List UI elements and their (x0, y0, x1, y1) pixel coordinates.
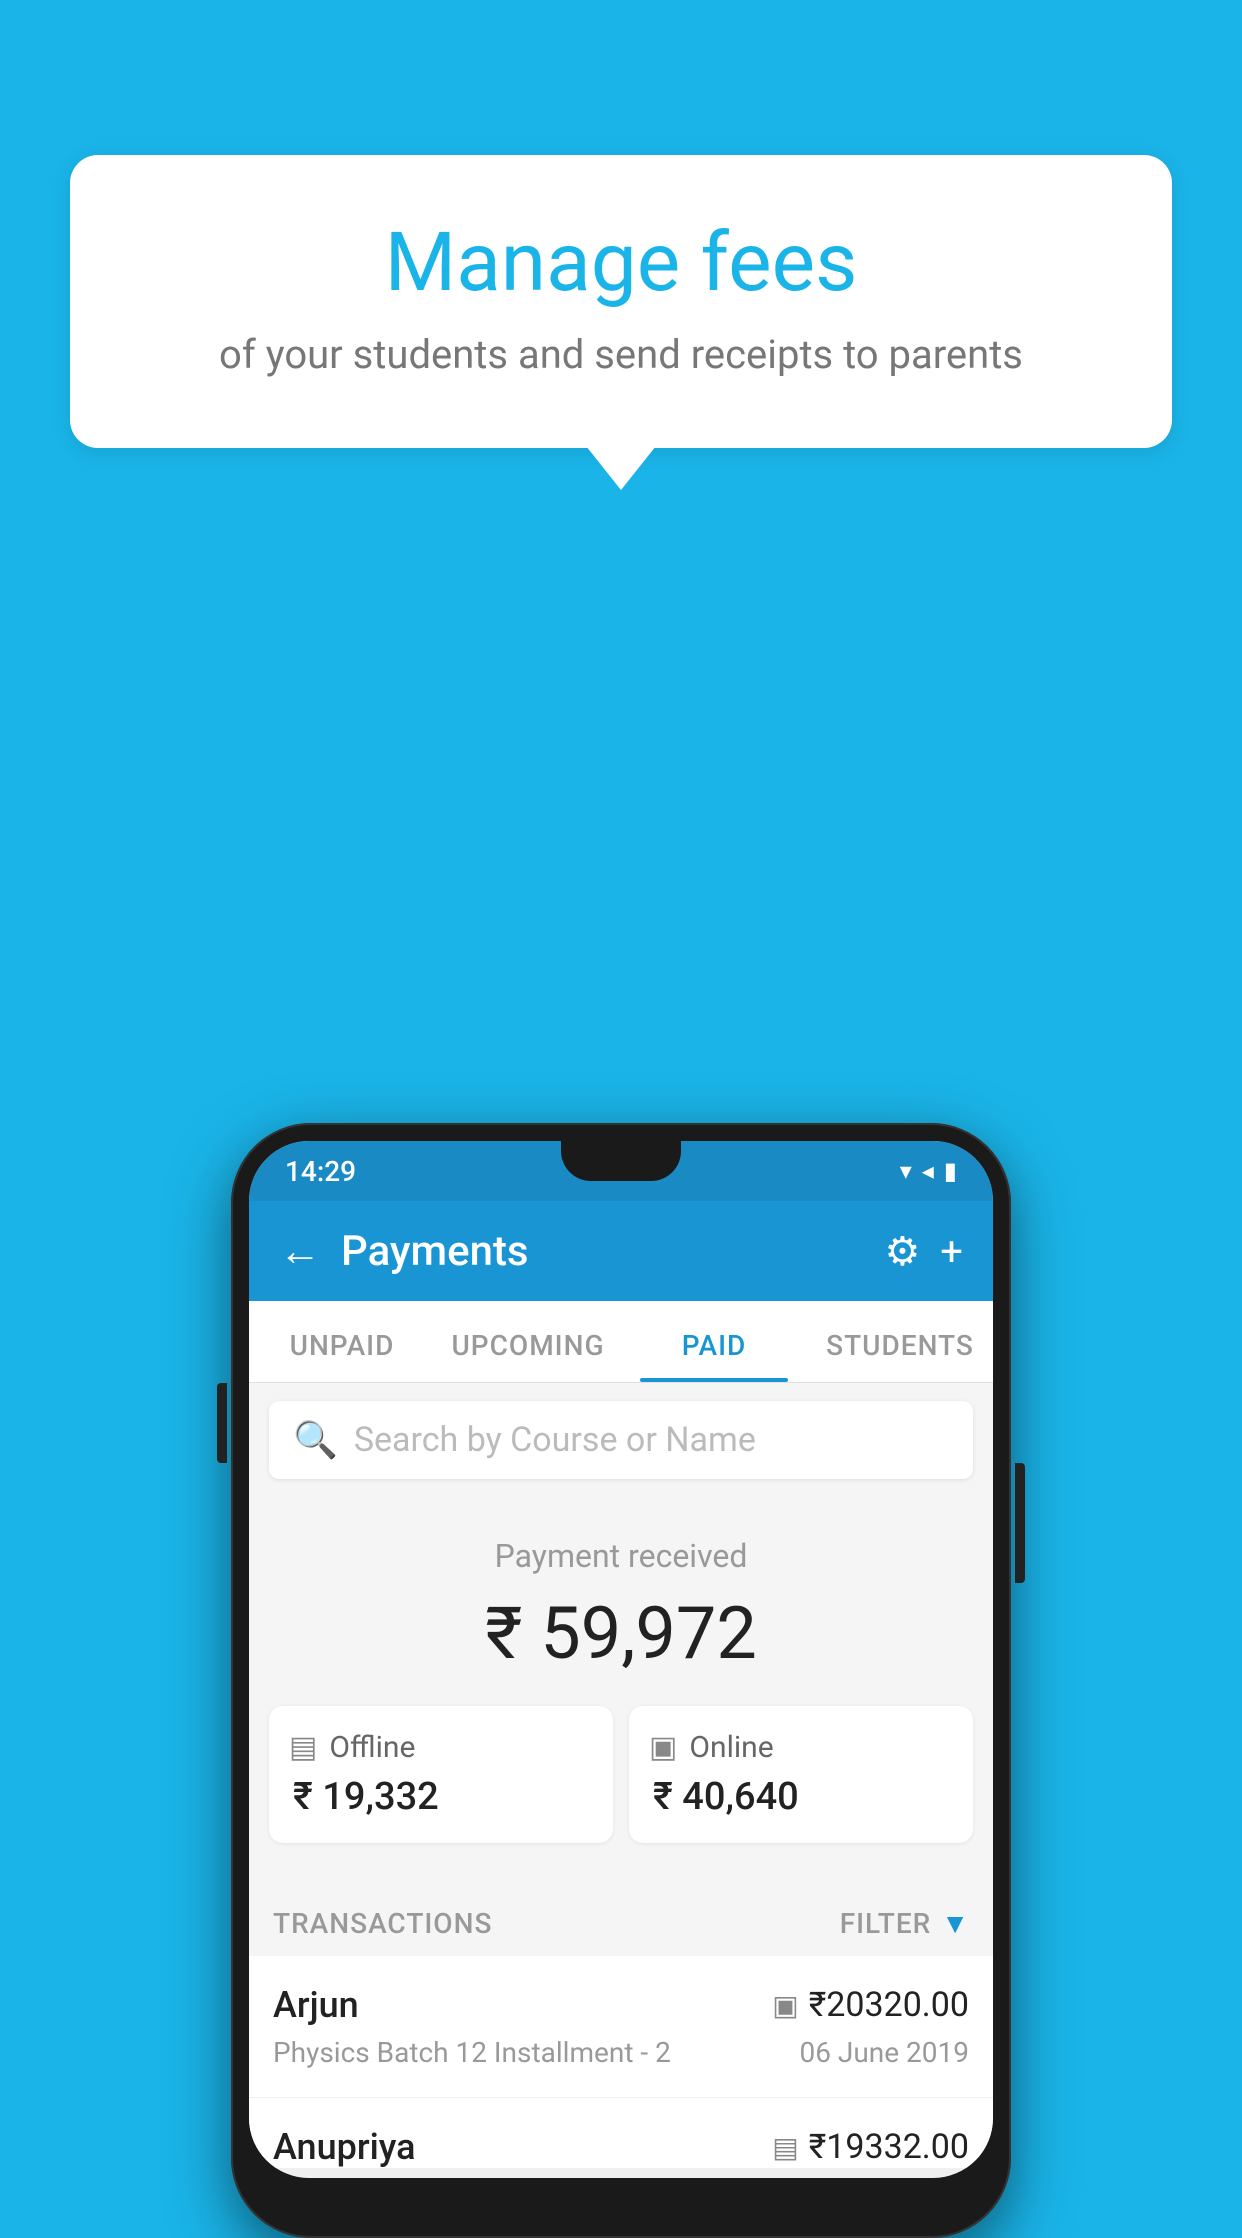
online-card-header: ▣ Online (649, 1730, 774, 1765)
transaction-amount-container: ▣ ₹20320.00 (772, 1985, 969, 2025)
filter-button[interactable]: FILTER ▼ (840, 1907, 969, 1940)
search-bar[interactable]: 🔍 Search by Course or Name (269, 1401, 973, 1479)
tab-upcoming[interactable]: UPCOMING (435, 1301, 621, 1382)
transaction-amount-container-2: ▤ ₹19332.00 (772, 2127, 969, 2167)
status-icons: ▾ ◂ ▮ (900, 1157, 957, 1185)
tab-students[interactable]: STUDENTS (807, 1301, 993, 1382)
transaction-row-bottom: Physics Batch 12 Installment - 2 06 June… (273, 2036, 969, 2069)
online-card: ▣ Online ₹ 40,640 (629, 1706, 973, 1843)
app-bar-title: Payments (341, 1227, 864, 1276)
search-icon: 🔍 (293, 1419, 338, 1461)
tab-paid[interactable]: PAID (621, 1301, 807, 1382)
filter-icon: ▼ (941, 1907, 969, 1940)
app-bar: ← Payments ⚙ + (249, 1201, 993, 1301)
transactions-label: TRANSACTIONS (273, 1907, 492, 1940)
transaction-name-2: Anupriya (273, 2126, 416, 2168)
battery-icon: ▮ (944, 1157, 957, 1185)
search-container: 🔍 Search by Course or Name (249, 1383, 993, 1497)
online-label: Online (689, 1730, 773, 1765)
tabs-bar: UNPAID UPCOMING PAID STUDENTS (249, 1301, 993, 1383)
payment-cards: ▤ Offline ₹ 19,332 ▣ Online ₹ 40,640 (269, 1706, 973, 1843)
bubble-subtitle: of your students and send receipts to pa… (120, 331, 1122, 378)
payment-total-amount: ₹ 59,972 (269, 1591, 973, 1676)
transaction-item-partial[interactable]: Anupriya ▤ ₹19332.00 (249, 2098, 993, 2168)
transaction-row-top-2: Anupriya ▤ ₹19332.00 (273, 2126, 969, 2168)
transaction-course: Physics Batch 12 Installment - 2 (273, 2036, 671, 2069)
offline-card: ▤ Offline ₹ 19,332 (269, 1706, 613, 1843)
bubble-title: Manage fees (120, 215, 1122, 311)
search-placeholder: Search by Course or Name (354, 1420, 756, 1460)
back-button[interactable]: ← (279, 1227, 321, 1276)
transaction-name: Arjun (273, 1984, 359, 2026)
offline-label: Offline (329, 1730, 415, 1765)
payment-summary: Payment received ₹ 59,972 ▤ Offline ₹ 19… (249, 1497, 993, 1883)
offline-card-header: ▤ Offline (289, 1730, 415, 1765)
notch (561, 1141, 681, 1181)
payment-received-label: Payment received (269, 1537, 973, 1575)
transaction-row-top: Arjun ▣ ₹20320.00 (273, 1984, 969, 2026)
transaction-date: 06 June 2019 (799, 2036, 969, 2069)
online-icon: ▣ (649, 1730, 677, 1765)
phone-screen: 14:29 ▾ ◂ ▮ ← Payments ⚙ + UNPAID UPCO (249, 1141, 993, 2178)
tab-unpaid[interactable]: UNPAID (249, 1301, 435, 1382)
transactions-header: TRANSACTIONS FILTER ▼ (249, 1883, 993, 1956)
wifi-icon: ▾ (900, 1157, 912, 1185)
transaction-amount: ₹20320.00 (809, 1985, 969, 2025)
offline-amount: ₹ 19,332 (289, 1775, 439, 1819)
speech-bubble: Manage fees of your students and send re… (70, 155, 1172, 448)
phone-shell: 14:29 ▾ ◂ ▮ ← Payments ⚙ + UNPAID UPCO (231, 1123, 1011, 2238)
add-icon[interactable]: + (940, 1228, 963, 1275)
status-time: 14:29 (285, 1155, 356, 1188)
transaction-item[interactable]: Arjun ▣ ₹20320.00 Physics Batch 12 Insta… (249, 1956, 993, 2098)
filter-label: FILTER (840, 1907, 932, 1940)
transaction-amount-2: ₹19332.00 (809, 2127, 969, 2167)
status-bar: 14:29 ▾ ◂ ▮ (249, 1141, 993, 1201)
online-payment-icon: ▣ (772, 1989, 798, 2022)
phone-wrapper: 14:29 ▾ ◂ ▮ ← Payments ⚙ + UNPAID UPCO (231, 1123, 1011, 2238)
app-bar-actions: ⚙ + (884, 1228, 963, 1275)
offline-payment-icon: ▤ (772, 2131, 798, 2164)
signal-icon: ◂ (922, 1157, 934, 1185)
online-amount: ₹ 40,640 (649, 1775, 799, 1819)
settings-icon[interactable]: ⚙ (884, 1228, 920, 1275)
offline-icon: ▤ (289, 1730, 317, 1765)
